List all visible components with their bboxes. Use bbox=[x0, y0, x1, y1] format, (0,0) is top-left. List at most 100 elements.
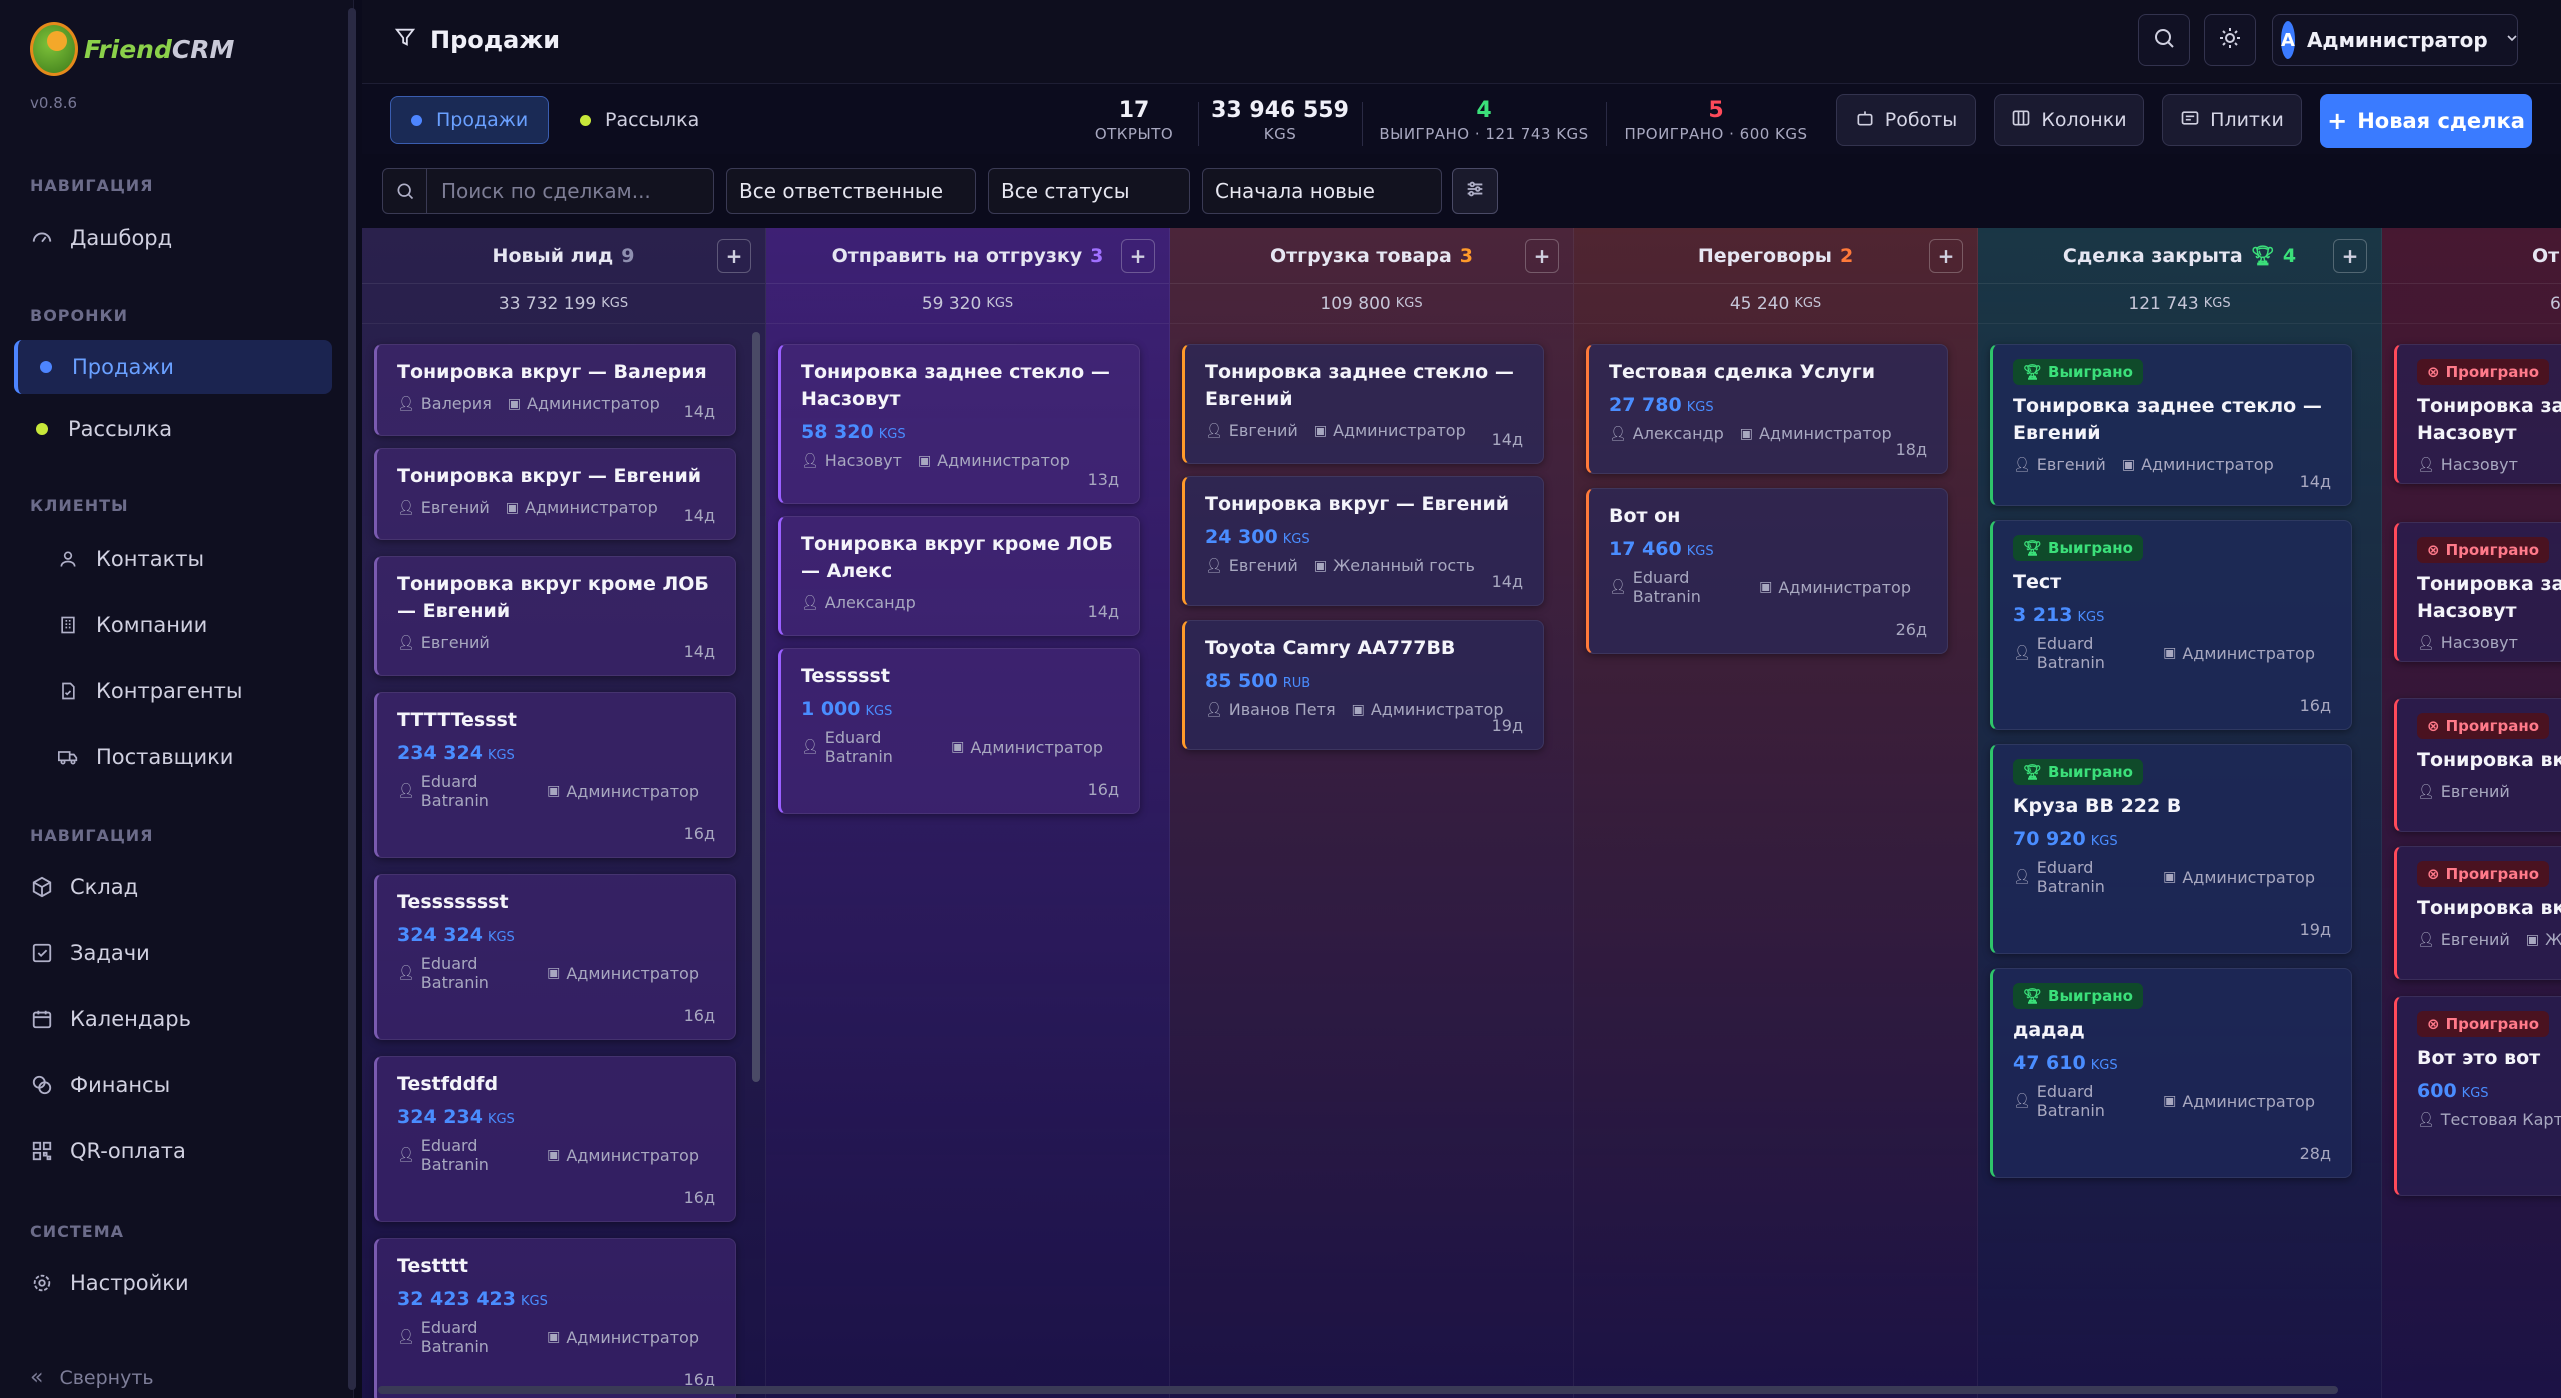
tiles-view-button[interactable]: Плитки bbox=[2162, 94, 2302, 146]
column-title: Новый лид bbox=[492, 244, 614, 267]
owner-name: Администратор bbox=[566, 1145, 699, 1165]
deal-owner: ▣ Администратор bbox=[2163, 1092, 2315, 1111]
theme-toggle-button[interactable] bbox=[2204, 14, 2256, 66]
deal-card[interactable]: Tessssst 1 000 KGS 👤︎ Eduard Batranin ▣ Адм… bbox=[778, 648, 1140, 814]
sort-select[interactable]: Сначала новые bbox=[1202, 168, 1442, 214]
deal-owner: ▣ Администратор bbox=[547, 782, 699, 801]
deal-card[interactable]: Тонировка вкруг — Евгений 👤︎ Евгений ▣ Адм… bbox=[374, 448, 736, 540]
board-horizontal-scrollbar[interactable] bbox=[378, 1386, 2338, 1394]
deal-card[interactable]: Tessssssst 324 324 KGS 👤︎ Eduard Batranin … bbox=[374, 874, 736, 1040]
add-card-button[interactable]: + bbox=[2333, 239, 2367, 273]
stat-value: 17 bbox=[1118, 98, 1150, 123]
sidebar-item-sales[interactable]: Продажи bbox=[14, 340, 332, 394]
tab-pipeline-sales[interactable]: Продажи bbox=[390, 96, 550, 144]
tab-pipeline-mailing[interactable]: Рассылка bbox=[560, 96, 719, 144]
deal-card[interactable]: Тонировка вкруг кроме ЛОБ — Алекс 👤︎ Алек… bbox=[778, 516, 1140, 636]
deal-card[interactable]: Тонировка заднее стекло — Насзовут 58 32… bbox=[778, 344, 1140, 504]
person-icon: 👤︎ bbox=[1205, 422, 1223, 439]
deal-card[interactable]: Testttt 32 423 423 KGS 👤︎ Eduard Batranin … bbox=[374, 1238, 736, 1398]
funnel-dot-icon bbox=[40, 361, 52, 373]
deal-card[interactable]: ⊗ Проиграно Вот это вот 600 KGS 👤︎ Тестовая… bbox=[2394, 996, 2561, 1196]
id-badge-icon: ▣ bbox=[2163, 1093, 2177, 1109]
deal-meta: 👤︎ Насзовут bbox=[2417, 455, 2561, 474]
won-badge: 🏆︎ Выиграно bbox=[2013, 359, 2143, 385]
sidebar-scrollbar[interactable] bbox=[348, 8, 356, 1390]
contact-name: Евгений bbox=[420, 498, 490, 517]
column-sum-currency: KGS bbox=[986, 296, 1014, 311]
column-header: Отправить на отгрузку 3 + bbox=[766, 228, 1169, 284]
person-icon: 👤︎ bbox=[801, 452, 819, 469]
sidebar-item-dashboard[interactable]: Дашборд bbox=[14, 211, 332, 265]
collapse-sidebar-button[interactable]: « Свернуть bbox=[30, 1365, 154, 1390]
sidebar-item-warehouse[interactable]: Склад bbox=[14, 860, 332, 914]
deal-card[interactable]: Тонировка вкруг — Валерия 👤︎ Валерия ▣ Адм… bbox=[374, 344, 736, 436]
sidebar-item-contacts[interactable]: Контакты bbox=[14, 532, 332, 586]
sidebar-item-finance[interactable]: Финансы bbox=[14, 1058, 332, 1112]
deal-card[interactable]: 🏆︎ Выиграно Тест 3 213 KGS 👤︎ Eduard Batran… bbox=[1990, 520, 2352, 730]
column-header: Сделка закрыта 🏆︎ 4 + bbox=[1978, 228, 2381, 284]
new-deal-button[interactable]: + Новая сделка bbox=[2320, 94, 2532, 148]
search-input[interactable] bbox=[427, 179, 707, 203]
column-count: 3 bbox=[1459, 244, 1473, 267]
sidebar-item-mailing[interactable]: Рассылка bbox=[14, 402, 332, 456]
deal-card[interactable]: ⊗ Проиграно Тонировка задн Насзовут 👤︎ Нас… bbox=[2394, 344, 2561, 484]
id-badge-icon: ▣ bbox=[2525, 931, 2540, 948]
app-name: FriendCRM bbox=[84, 34, 235, 64]
columns-view-button[interactable]: Колонки bbox=[1994, 94, 2144, 146]
sidebar-item-contractors[interactable]: Контрагенты bbox=[14, 664, 332, 718]
deal-card[interactable]: 🏆︎ Выиграно дадад 47 610 KGS 👤︎ Eduard Batr… bbox=[1990, 968, 2352, 1178]
logo[interactable]: FriendCRM bbox=[30, 22, 234, 76]
add-card-button[interactable]: + bbox=[1525, 239, 1559, 273]
user-menu-button[interactable]: А Администратор bbox=[2272, 14, 2518, 66]
sidebar-item-companies[interactable]: Компании bbox=[14, 598, 332, 652]
contact-name: Александр bbox=[1632, 424, 1724, 443]
sidebar-item-qr-payment[interactable]: QR-оплата bbox=[14, 1124, 332, 1178]
deal-contact: 👤︎ Eduard Batranin bbox=[397, 1318, 531, 1356]
deal-card[interactable]: Вот он 17 460 KGS 👤︎ Eduard Batranin ▣ Адми… bbox=[1586, 488, 1948, 654]
deal-card[interactable]: Testfddfd 324 234 KGS 👤︎ Eduard Batranin ▣… bbox=[374, 1056, 736, 1222]
amount-value: 3 213 bbox=[2013, 604, 2073, 626]
lost-badge: ⊗ Проиграно bbox=[2417, 1011, 2550, 1037]
deal-card[interactable]: ⊗ Проиграно Тонировка вкру 👤︎ Евгений bbox=[2394, 698, 2561, 832]
deal-card[interactable]: Тонировка заднее стекло — Евгений 👤︎ Евге… bbox=[1182, 344, 1544, 464]
deal-card[interactable]: Тестовая сделка Услуги 27 780 KGS 👤︎ Алекс… bbox=[1586, 344, 1948, 474]
add-card-button[interactable]: + bbox=[1121, 239, 1155, 273]
column-sum-value: 109 800 bbox=[1320, 293, 1391, 314]
contact-name: Eduard Batranin bbox=[420, 954, 489, 992]
deal-card[interactable]: 🏆︎ Выиграно Тонировка заднее стекло — Евг… bbox=[1990, 344, 2352, 506]
deal-card[interactable]: Тонировка вкруг кроме ЛОБ — Евгений 👤︎ Ев… bbox=[374, 556, 736, 676]
person-icon bbox=[56, 547, 80, 571]
filter-settings-button[interactable] bbox=[1452, 168, 1498, 214]
sidebar-item-tasks[interactable]: Задачи bbox=[14, 926, 332, 980]
amount-currency: KGS bbox=[487, 930, 515, 945]
deal-card[interactable]: Тонировка вкруг — Евгений 24 300 KGS 👤︎ Ев… bbox=[1182, 476, 1544, 606]
deal-card[interactable]: TTTTTessst 234 324 KGS 👤︎ Eduard Batranin … bbox=[374, 692, 736, 858]
checkbox-icon bbox=[30, 941, 54, 965]
deal-age: 18д bbox=[1895, 440, 1927, 459]
add-card-button[interactable]: + bbox=[1929, 239, 1963, 273]
deal-card[interactable]: ⊗ Проиграно Тонировка задн Насзовут 👤︎ Нас… bbox=[2394, 522, 2561, 662]
owner-filter-select[interactable]: Все ответственные bbox=[726, 168, 976, 214]
deal-card[interactable]: ⊗ Проиграно Тонировка вкру 👤︎ Евгений ▣ Же bbox=[2394, 846, 2561, 980]
section-clients: КЛИЕНТЫ bbox=[30, 496, 129, 515]
deal-meta: 👤︎ Евгений bbox=[397, 633, 715, 652]
robots-button[interactable]: Роботы bbox=[1836, 94, 1976, 146]
column-sum-currency: KGS bbox=[1395, 296, 1423, 311]
plus-icon: + bbox=[2341, 244, 2359, 268]
deal-card[interactable]: 🏆︎ Выиграно Круза BB 222 B 70 920 KGS 👤︎ Ed… bbox=[1990, 744, 2352, 954]
sidebar-item-settings[interactable]: Настройки bbox=[14, 1256, 332, 1310]
status-filter-select[interactable]: Все статусы bbox=[988, 168, 1190, 214]
add-card-button[interactable]: + bbox=[717, 239, 751, 273]
deal-card[interactable]: Toyota Camry AA777BB 85 500 RUB 👤︎ Иванов … bbox=[1182, 620, 1544, 750]
deal-title: Тестовая сделка Услуги bbox=[1609, 361, 1876, 383]
sidebar-item-calendar[interactable]: Календарь bbox=[14, 992, 332, 1046]
deal-amount: 32 423 423 KGS bbox=[397, 1288, 715, 1310]
search-button[interactable] bbox=[2138, 14, 2190, 66]
contact-name: Валерия bbox=[420, 394, 492, 413]
pipeline-bar: Продажи Рассылка 17 ОТКРЫТО 33 946 559 K… bbox=[362, 84, 2561, 154]
column-scrollbar[interactable] bbox=[752, 332, 760, 1082]
badge-label: Проиграно bbox=[2445, 717, 2540, 735]
stat-value: 4 bbox=[1476, 98, 1492, 123]
deal-contact: 👤︎ Валерия bbox=[397, 394, 492, 413]
sidebar-item-suppliers[interactable]: Поставщики bbox=[14, 730, 332, 784]
